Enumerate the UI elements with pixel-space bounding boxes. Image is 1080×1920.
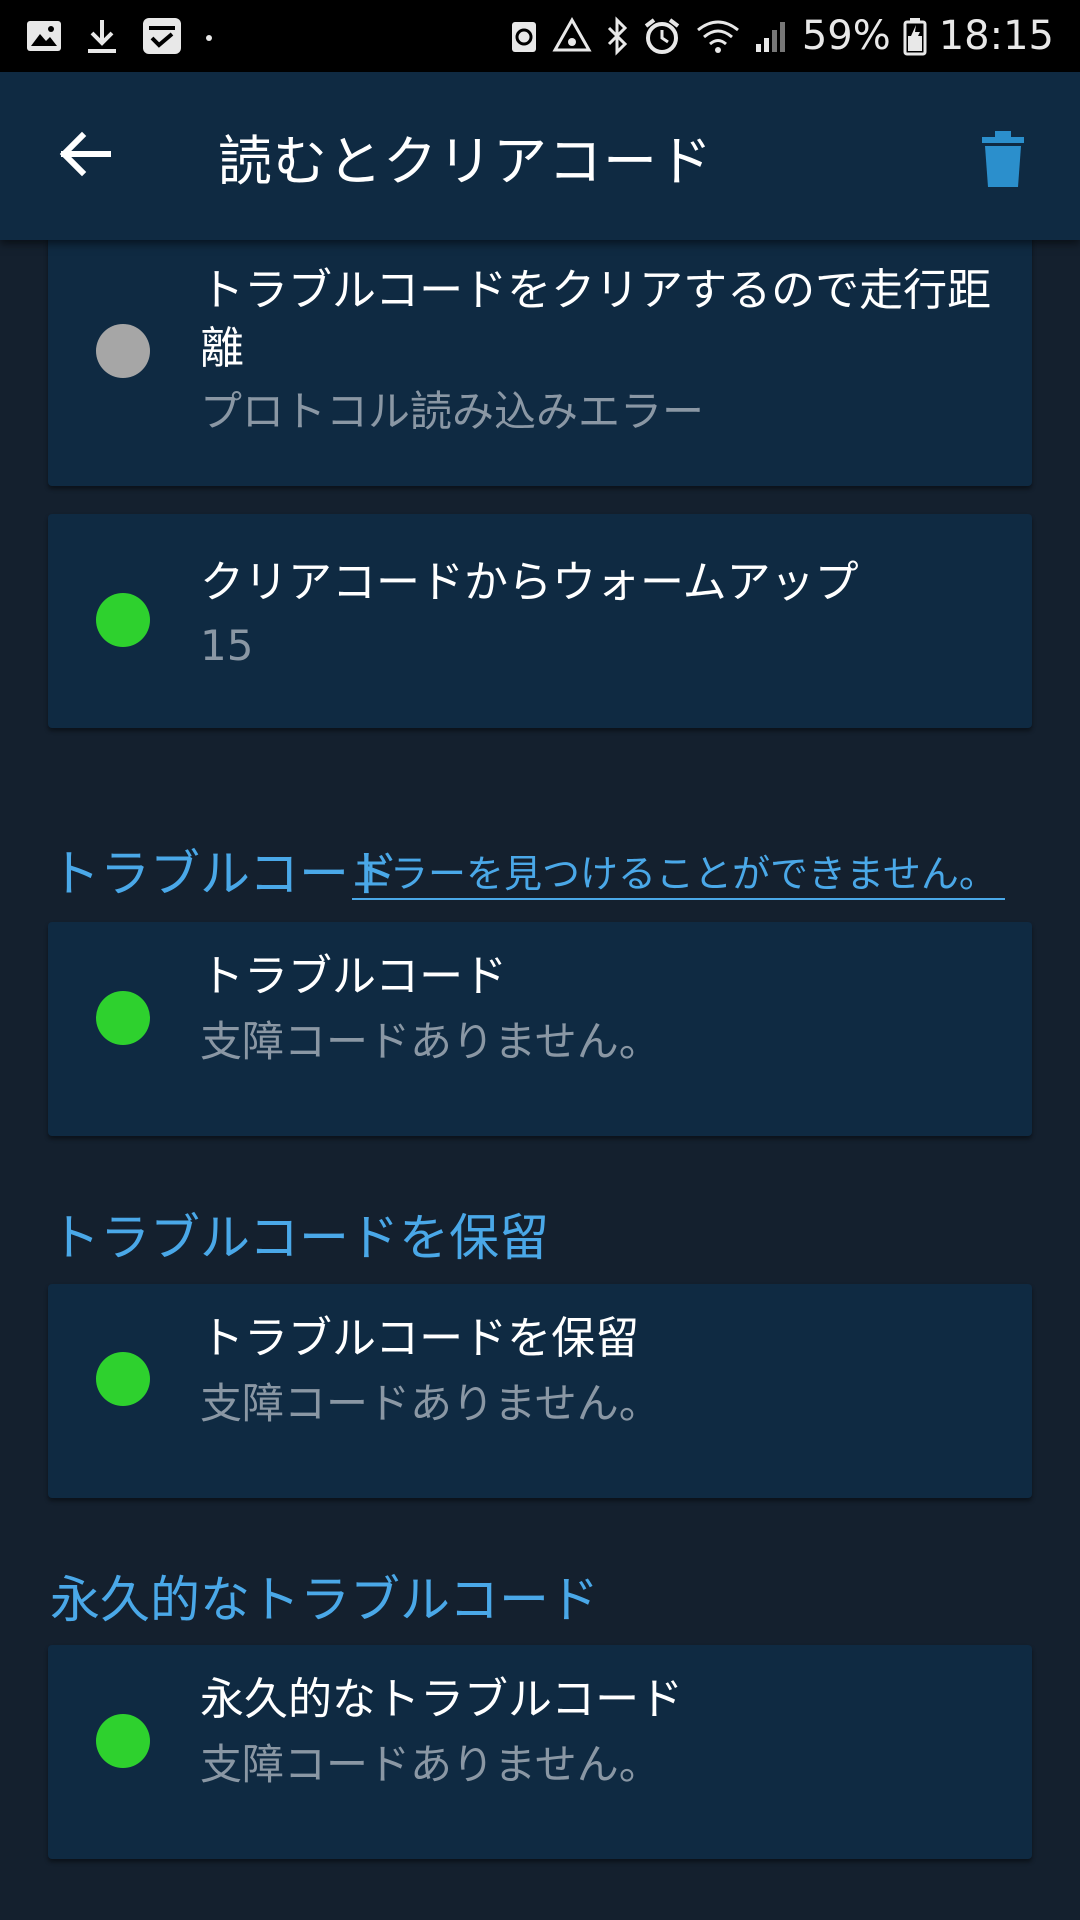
download-icon: [84, 16, 120, 56]
app-bar: 読むとクリアコード: [0, 72, 1080, 240]
section-header-pending-codes: トラブルコードを保留: [50, 1209, 549, 1267]
card-title: トラブルコードをクリアするので走行距離: [200, 265, 992, 374]
status-dot: [96, 593, 150, 647]
trash-icon: [980, 131, 1026, 193]
recycle-icon: [508, 16, 540, 56]
bluetooth-icon: [604, 16, 630, 56]
gallery-icon: [24, 16, 64, 56]
status-bar-system: 59% 18:15: [508, 0, 1054, 72]
clock: 18:15: [938, 13, 1054, 59]
clipboard-icon: [140, 14, 184, 58]
card-title: トラブルコードを保留: [200, 1313, 640, 1364]
section-header-permanent-codes: 永久的なトラブルコード: [50, 1571, 599, 1629]
wifi-icon: [694, 16, 742, 56]
list-item-mileage[interactable]: トラブルコードをクリアするので走行距離 プロトコル読み込みエラー: [48, 232, 1032, 486]
list-item-pending-codes[interactable]: トラブルコードを保留 支障コードありません。: [48, 1284, 1032, 1498]
error-message-link[interactable]: エラーを見つけることができません。: [352, 850, 1005, 900]
page-title: 読むとクリアコード: [218, 129, 713, 193]
card-title: 永久的なトラブルコード: [200, 1674, 684, 1725]
card-subtitle: 支障コードありません。: [200, 1017, 661, 1066]
warning-icon: [552, 16, 592, 56]
status-dot: [96, 1352, 150, 1406]
arrow-left-icon: [56, 126, 112, 186]
card-title: トラブルコード: [200, 951, 508, 1002]
card-subtitle: 支障コードありません。: [200, 1379, 661, 1428]
section-header-trouble-codes: トラブルコード: [50, 845, 399, 903]
back-button[interactable]: [44, 116, 124, 196]
card-subtitle: プロトコル読み込みエラー: [200, 387, 705, 436]
card-title: クリアコードからウォームアップ: [200, 557, 859, 608]
alarm-icon: [642, 16, 682, 56]
dot-icon: [204, 16, 214, 56]
signal-icon: [754, 16, 790, 56]
card-subtitle: 支障コードありません。: [200, 1740, 661, 1789]
status-bar-notifications: [24, 14, 214, 58]
status-dot: [96, 324, 150, 378]
card-subtitle: 15: [200, 621, 254, 670]
status-dot: [96, 991, 150, 1045]
list-item-trouble-codes[interactable]: トラブルコード 支障コードありません。: [48, 922, 1032, 1136]
status-dot: [96, 1714, 150, 1768]
delete-button[interactable]: [968, 122, 1038, 202]
status-bar: 59% 18:15: [0, 0, 1080, 72]
battery-icon: [903, 16, 927, 56]
battery-percent: 59%: [801, 13, 891, 59]
list-item-permanent-codes[interactable]: 永久的なトラブルコード 支障コードありません。: [48, 1645, 1032, 1859]
list-item-warmup[interactable]: クリアコードからウォームアップ 15: [48, 514, 1032, 728]
